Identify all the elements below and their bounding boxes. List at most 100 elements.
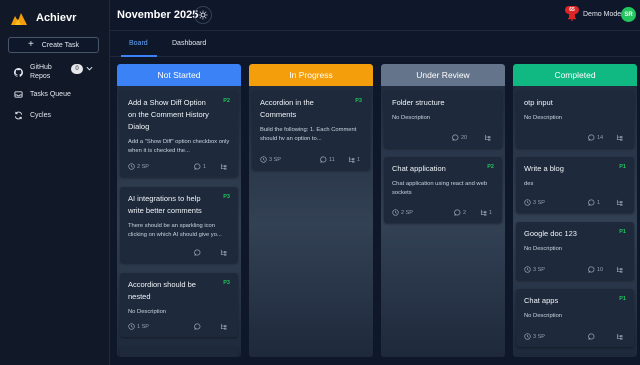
task-description: There should be an sparkling icon clicki… (128, 223, 222, 238)
subtask-icon[interactable] (348, 156, 355, 163)
subtask-icon[interactable] (484, 134, 491, 141)
subtask-icon[interactable] (616, 333, 623, 340)
subtask-icon[interactable] (616, 199, 623, 206)
column-header: In Progress (249, 64, 373, 86)
tab-board[interactable]: Board (129, 40, 148, 47)
subtask-icon[interactable] (220, 249, 227, 256)
subtask-icon[interactable] (480, 209, 487, 216)
active-tab-indicator (121, 55, 157, 57)
achievr-logo-icon (11, 13, 27, 25)
subtask-count: 1 (489, 209, 493, 216)
tasks-queue-label: Tasks Queue (30, 91, 71, 98)
task-card[interactable]: Accordion should be nested P3 No Descrip… (120, 273, 238, 337)
subtask-icon[interactable] (220, 163, 227, 170)
comment-count: 1 (203, 163, 207, 170)
chevron-down-icon[interactable] (86, 65, 93, 72)
story-points: 2 SP (401, 209, 413, 216)
app-logo[interactable]: Achievr (10, 10, 76, 26)
task-title: Google doc 123 (524, 229, 577, 238)
task-title: Accordion in the Comments (260, 98, 314, 119)
comment-icon[interactable] (194, 163, 201, 170)
create-task-label: Create Task (41, 41, 80, 49)
task-meta: 2 SP 2 1 (392, 209, 494, 217)
column-header: Completed (513, 64, 637, 86)
priority-badge: P2 (487, 164, 494, 170)
story-points: 1 SP (137, 323, 149, 330)
sidebar-item-github-repos[interactable]: GitHub Repos (14, 63, 70, 81)
github-icon (14, 67, 23, 77)
comment-icon[interactable] (588, 333, 595, 340)
demo-mode-label: Demo Mode (583, 11, 622, 18)
task-title: Folder structure (392, 98, 445, 107)
column-header: Not Started (117, 64, 241, 86)
task-meta: 20 (392, 134, 494, 142)
clock-icon (524, 266, 531, 273)
task-meta: 3 SP (524, 333, 626, 341)
theme-toggle-button[interactable] (194, 6, 212, 24)
task-card[interactable]: Chat application P2 Chat application usi… (384, 157, 502, 223)
inbox-icon (14, 91, 23, 98)
clock-icon (524, 199, 531, 206)
comment-count: 20 (461, 134, 468, 141)
priority-badge: P1 (619, 229, 626, 235)
task-card[interactable]: Accordion in the Comments P3 Build the f… (252, 91, 370, 170)
sidebar: Achievr + Create Task GitHub Repos 0 Tas… (0, 0, 110, 365)
comment-icon[interactable] (320, 156, 327, 163)
story-points: 2 SP (137, 163, 149, 170)
sidebar-item-cycles[interactable]: Cycles (14, 111, 51, 120)
task-card[interactable]: otp input No Description 14 (516, 91, 634, 148)
subtask-icon[interactable] (616, 266, 623, 273)
github-repos-count-badge: 0 (71, 64, 83, 74)
comment-icon[interactable] (588, 199, 595, 206)
create-task-button[interactable]: + Create Task (8, 37, 99, 53)
task-meta: 3 SP 1 (524, 199, 626, 207)
task-card[interactable]: Chat apps P1 No Description 3 SP (516, 289, 634, 347)
story-points: 3 SP (533, 199, 545, 206)
subtask-count: 1 (357, 156, 361, 163)
sun-icon (198, 10, 208, 20)
comment-count: 14 (597, 134, 604, 141)
task-card[interactable]: Add a Show Diff Option on the Comment Hi… (120, 91, 238, 177)
task-title: AI integrations to help write better com… (128, 194, 202, 215)
task-meta: 3 SP 10 (524, 266, 626, 274)
task-title: Chat apps (524, 296, 559, 305)
comment-icon[interactable] (588, 134, 595, 141)
task-description: No Description (128, 309, 167, 315)
subtask-icon[interactable] (616, 134, 623, 141)
priority-badge: P1 (619, 296, 626, 302)
task-description: No Description (392, 115, 431, 121)
task-card-partial[interactable] (516, 356, 634, 357)
story-points: 3 SP (533, 266, 545, 273)
comment-count: 1 (597, 199, 601, 206)
task-card[interactable]: Write a blog P1 des 3 SP 1 (516, 157, 634, 213)
task-meta: 1 SP (128, 323, 230, 331)
comment-icon[interactable] (194, 249, 201, 256)
user-avatar[interactable]: SR (621, 7, 636, 22)
task-card[interactable]: Google doc 123 P1 No Description 3 SP 10 (516, 222, 634, 280)
comment-icon[interactable] (588, 266, 595, 273)
comment-icon[interactable] (194, 323, 201, 330)
task-meta (128, 249, 230, 257)
tab-dashboard[interactable]: Dashboard (172, 40, 206, 47)
task-description: No Description (524, 246, 563, 252)
task-title: otp input (524, 98, 553, 107)
task-description: Chat application using react and web soc… (392, 181, 488, 196)
subtask-icon[interactable] (220, 323, 227, 330)
task-card[interactable]: AI integrations to help write better com… (120, 187, 238, 263)
task-card[interactable]: Folder structure No Description 20 (384, 91, 502, 148)
comment-count: 11 (329, 156, 335, 163)
story-points: 3 SP (533, 333, 545, 340)
clock-icon (392, 209, 399, 216)
comment-count: 2 (463, 209, 467, 216)
comment-icon[interactable] (452, 134, 459, 141)
task-title: Add a Show Diff Option on the Comment Hi… (128, 98, 209, 131)
comment-icon[interactable] (454, 209, 461, 216)
task-card-partial[interactable] (120, 347, 238, 357)
app-name: Achievr (36, 12, 77, 24)
task-description: des (524, 181, 534, 187)
task-description: Build the following: 1. Each Comment sho… (260, 127, 357, 142)
sidebar-item-tasks-queue[interactable]: Tasks Queue (14, 90, 71, 99)
plus-icon: + (27, 39, 34, 50)
task-description: Add a "Show Diff" option checkbox only w… (128, 139, 230, 154)
column-header: Under Review (381, 64, 505, 86)
